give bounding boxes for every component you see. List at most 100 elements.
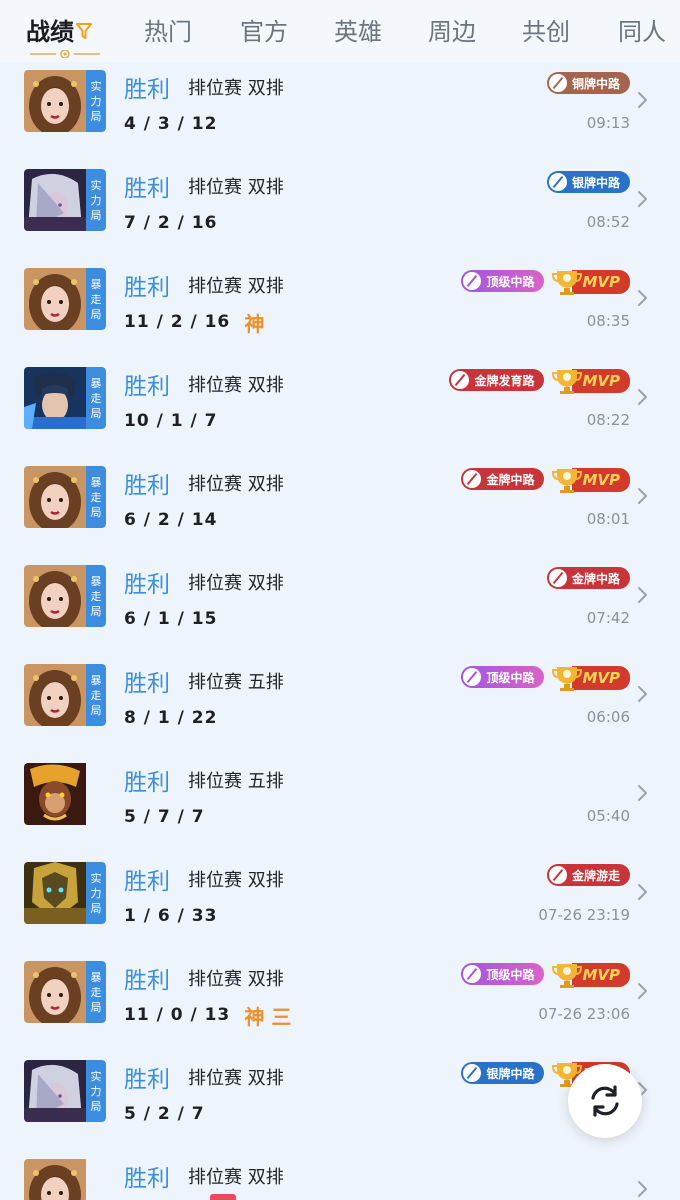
lane-icon <box>548 569 567 587</box>
hero-avatar: 实力局 <box>24 862 106 924</box>
hero-avatar: 暴走局 <box>24 367 106 429</box>
trophy-icon <box>552 271 583 295</box>
chevron-right-icon[interactable] <box>636 784 648 802</box>
chevron-right-icon[interactable] <box>636 883 648 901</box>
match-row[interactable]: 暴走局胜利 排位赛 双排 11 / 2 / 16 神 08:35 顶级中路 MVP <box>0 260 680 359</box>
badge-label: 顶级中路 <box>486 274 535 289</box>
lane-icon <box>463 1064 482 1082</box>
hero-female-brown-hair-portrait <box>24 961 86 1023</box>
match-type: 排位赛 五排 <box>188 767 284 793</box>
mode-tag-char: 局 <box>90 703 102 717</box>
chevron-right-icon[interactable] <box>636 289 648 307</box>
hero-avatar: 暴走局 <box>24 565 106 627</box>
badge-label: 铜牌中路 <box>571 76 620 91</box>
refresh-button[interactable] <box>568 1064 642 1138</box>
mode-tag-char: 局 <box>90 406 102 420</box>
match-time: 05:40 <box>586 807 630 825</box>
filter-funnel-icon[interactable] <box>76 22 92 40</box>
kda: 7 / 2 / 16 <box>124 213 218 233</box>
hero-avatar <box>24 1159 106 1200</box>
match-type: 排位赛 双排 <box>188 1163 284 1189</box>
chevron-right-icon[interactable] <box>636 388 648 406</box>
mvp-badge: MVP <box>552 270 630 295</box>
mvp-badge: MVP <box>552 369 630 394</box>
match-mode: 排位赛 <box>188 969 242 990</box>
match-row[interactable]: 胜利排位赛 双排07-26 23:25 <box>0 1151 680 1200</box>
kda: 1 / 6 / 33 <box>124 906 218 926</box>
match-result: 胜利 <box>124 77 170 103</box>
match-time: 09:13 <box>586 114 630 132</box>
chevron-right-icon[interactable] <box>636 91 648 109</box>
tab-hot[interactable]: 热门 <box>144 12 192 47</box>
match-time: 08:01 <box>586 510 630 528</box>
hero-silver-hair-dark-portrait <box>24 1060 86 1122</box>
mode-tag-char: 局 <box>90 1099 102 1113</box>
bottom-nav-peek <box>210 1194 236 1200</box>
badge-label: 金牌发育路 <box>474 373 535 388</box>
position-badge: 顶级中路 <box>461 963 545 985</box>
badges: 金牌中路 MVP <box>461 468 630 493</box>
match-row[interactable]: 实力局胜利 排位赛 双排 7 / 2 / 16 08:52 银牌中路 <box>0 161 680 260</box>
position-badge: 金牌中路 <box>461 468 545 490</box>
match-result: 胜利 <box>124 1166 170 1192</box>
chevron-right-icon[interactable] <box>636 586 648 604</box>
tab-record[interactable]: 战绩 <box>26 12 92 47</box>
chevron-right-icon[interactable] <box>636 982 648 1000</box>
match-row[interactable]: 暴走局胜利 排位赛 五排 8 / 1 / 22 06:06 顶级中路 MVP <box>0 656 680 755</box>
mvp-badge: MVP <box>552 963 630 988</box>
mode-tag: 暴走局 <box>86 367 106 429</box>
match-row[interactable]: 实力局胜利 排位赛 双排 1 / 6 / 33 07-26 23:19 金牌游走 <box>0 854 680 953</box>
mode-tag: 暴走局 <box>86 664 106 726</box>
mode-tag: 暴走局 <box>86 961 106 1023</box>
match-result: 胜利 <box>124 572 170 598</box>
match-row[interactable]: 暴走局胜利 排位赛 双排 6 / 1 / 15 07:42 金牌中路 <box>0 557 680 656</box>
mvp-label: MVP <box>582 471 620 489</box>
mode-tag-char: 局 <box>90 1000 102 1014</box>
match-row[interactable]: 暴走局胜利 排位赛 双排 11 / 0 / 13 神 三 07-26 23:06 顶级中路… <box>0 953 680 1052</box>
lane-icon <box>451 371 470 389</box>
team-size: 双排 <box>247 1167 284 1188</box>
mode-tag-char: 走 <box>90 490 102 504</box>
badges: 铜牌中路 <box>546 72 630 94</box>
mode-tag-char: 力 <box>90 193 102 207</box>
position-badge: 银牌中路 <box>546 171 630 193</box>
kda: 5 / 7 / 7 <box>124 807 205 827</box>
match-mode: 排位赛 <box>188 474 242 495</box>
kda: 11 / 0 / 13 <box>124 1005 231 1025</box>
mode-tag-char: 暴 <box>90 970 102 984</box>
mode-tag-char: 实 <box>90 871 102 885</box>
match-type: 排位赛 双排 <box>188 470 284 496</box>
chevron-right-icon[interactable] <box>636 190 648 208</box>
match-row[interactable]: 胜利 排位赛 五排 5 / 7 / 7 05:40 <box>0 755 680 854</box>
match-type: 排位赛 双排 <box>188 965 284 991</box>
mvp-badge: MVP <box>552 468 630 493</box>
tab-cocreate[interactable]: 共创 <box>522 12 570 47</box>
match-row[interactable]: 实力局胜利 排位赛 双排 4 / 3 / 12 09:13 铜牌中路 <box>0 62 680 161</box>
tab-heroes[interactable]: 英雄 <box>334 12 382 47</box>
position-badge: 顶级中路 <box>461 270 545 292</box>
active-tab-indicator <box>30 50 100 58</box>
chevron-right-icon[interactable] <box>636 685 648 703</box>
mode-tag-char: 实 <box>90 1069 102 1083</box>
match-mode: 排位赛 <box>188 1068 242 1089</box>
match-type: 排位赛 双排 <box>188 371 284 397</box>
achievement-tag: 神 <box>244 312 265 336</box>
tab-merch[interactable]: 周边 <box>428 12 476 47</box>
mode-tag: 实力局 <box>86 862 106 924</box>
tab-fanart[interactable]: 同人 <box>618 12 666 47</box>
tab-official[interactable]: 官方 <box>240 12 288 47</box>
badges: 顶级中路 MVP <box>461 666 630 691</box>
chevron-right-icon[interactable] <box>636 487 648 505</box>
mvp-label: MVP <box>582 669 620 687</box>
match-mode: 排位赛 <box>188 1167 242 1188</box>
match-mode: 排位赛 <box>188 375 242 396</box>
chevron-right-icon[interactable] <box>636 1180 648 1198</box>
team-size: 双排 <box>247 375 284 396</box>
hero-female-brown-hair-portrait <box>24 664 86 726</box>
trophy-icon <box>552 469 583 493</box>
mode-tag: 暴走局 <box>86 565 106 627</box>
match-row[interactable]: 暴走局胜利 排位赛 双排 6 / 2 / 14 08:01 金牌中路 MVP <box>0 458 680 557</box>
match-row[interactable]: 暴走局胜利 排位赛 双排 10 / 1 / 7 08:22 金牌发育路 MVP <box>0 359 680 458</box>
kda: 4 / 3 / 12 <box>124 114 218 134</box>
match-type: 排位赛 五排 <box>188 668 284 694</box>
